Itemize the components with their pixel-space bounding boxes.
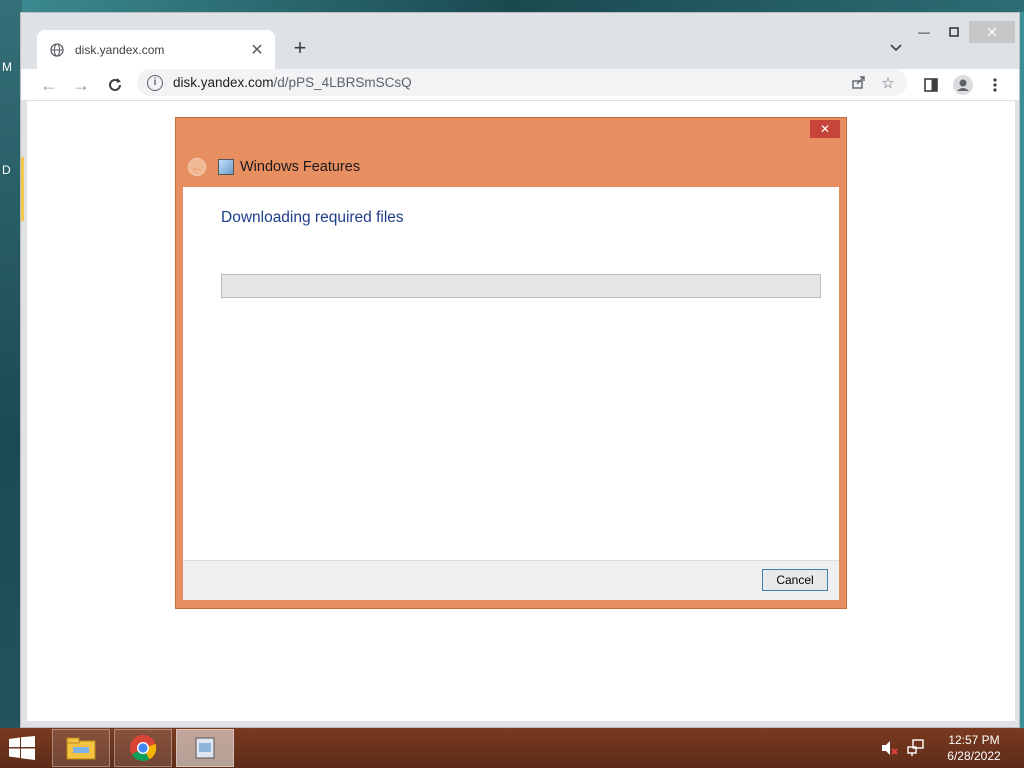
windows-start-icon[interactable]: [8, 736, 38, 760]
cancel-button[interactable]: Cancel: [762, 569, 828, 591]
desktop-icon-label-fragment: M: [2, 60, 12, 74]
side-panel-icon[interactable]: [919, 73, 943, 97]
reload-icon[interactable]: [103, 73, 127, 97]
globe-icon: [49, 42, 65, 58]
scroll-indicator: [21, 157, 24, 221]
url-text[interactable]: disk.yandex.com/d/pPS_4LBRSmSCsQ: [173, 75, 847, 90]
volume-muted-icon[interactable]: [880, 738, 900, 758]
windows-features-icon: [218, 159, 234, 175]
taskbar: 12:57 PM 6/28/2022: [0, 728, 1024, 768]
chrome-taskbar-icon[interactable]: [114, 729, 172, 767]
download-progress-bar: [221, 274, 821, 298]
clock-date: 6/28/2022: [947, 749, 1001, 763]
dialog-body: Downloading required files: [183, 187, 839, 560]
browser-tab[interactable]: disk.yandex.com ✕: [37, 30, 275, 69]
minimize-button[interactable]: —: [909, 21, 939, 43]
maximize-button[interactable]: [939, 21, 969, 43]
clock-time: 12:57 PM: [948, 733, 1000, 747]
bookmark-star-icon[interactable]: ☆: [877, 72, 899, 94]
url-host: disk.yandex.com: [173, 75, 274, 90]
status-heading: Downloading required files: [221, 209, 404, 226]
close-window-button[interactable]: ✕: [969, 21, 1015, 43]
windows-features-dialog: ✕ ← Windows Features Downloading require…: [175, 117, 847, 609]
close-tab-icon[interactable]: ✕: [247, 40, 267, 60]
desktop-icon-label-fragment: D: [2, 163, 11, 177]
url-path: /d/pPS_4LBRSmSCsQ: [273, 75, 412, 90]
site-info-icon[interactable]: i: [147, 74, 163, 91]
kebab-menu-icon[interactable]: [983, 73, 1007, 97]
network-icon[interactable]: [906, 738, 926, 758]
address-bar[interactable]: i disk.yandex.com/d/pPS_4LBRSmSCsQ ☆: [137, 69, 907, 96]
new-tab-button[interactable]: +: [287, 35, 313, 61]
desktop-background-top: [0, 0, 1024, 12]
dialog-footer: Cancel: [183, 560, 839, 600]
browser-toolbar: ← → i disk.yandex.com/d/pPS_4LBRSmSCsQ ☆: [21, 69, 1019, 101]
forward-arrow-icon[interactable]: →: [69, 73, 93, 97]
dialog-close-button[interactable]: ✕: [810, 120, 840, 138]
file-explorer-taskbar-icon[interactable]: [52, 729, 110, 767]
dialog-header: ← Windows Features: [188, 158, 360, 176]
windows-features-taskbar-icon[interactable]: [176, 729, 234, 767]
profile-avatar-icon[interactable]: [951, 73, 975, 97]
dialog-title: Windows Features: [240, 159, 361, 175]
window-controls: — ✕: [909, 21, 1015, 43]
system-tray: 12:57 PM 6/28/2022: [880, 728, 1024, 768]
tab-strip: disk.yandex.com ✕ + — ✕: [21, 13, 1019, 69]
desktop-background-left: M D: [0, 0, 22, 728]
tab-search-icon[interactable]: [885, 37, 907, 59]
tab-title: disk.yandex.com: [75, 42, 165, 57]
share-icon[interactable]: [847, 72, 869, 94]
back-arrow-icon[interactable]: ←: [37, 73, 61, 97]
back-arrow-icon[interactable]: ←: [188, 158, 206, 176]
taskbar-clock[interactable]: 12:57 PM 6/28/2022: [932, 732, 1016, 764]
